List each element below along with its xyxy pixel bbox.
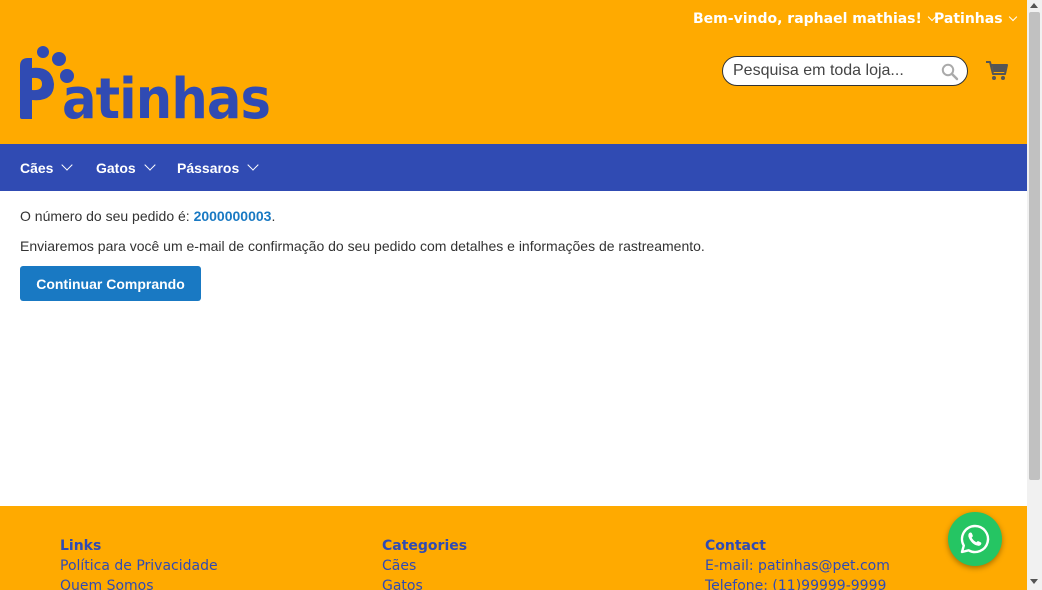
nav-item-label: Cães bbox=[20, 159, 54, 176]
footer-contact-heading: Contact bbox=[705, 538, 766, 554]
footer-categories-heading: Categories bbox=[382, 538, 468, 554]
scroll-up-arrow-icon[interactable] bbox=[1030, 3, 1038, 8]
whatsapp-icon bbox=[960, 524, 990, 554]
page: Bem-vindo, raphael mathias! Patinhas ati… bbox=[0, 0, 1027, 590]
nav-item-caes[interactable]: Cães bbox=[20, 144, 74, 191]
scrollbar-thumb[interactable] bbox=[1029, 12, 1040, 480]
footer-categories-column: Categories Cães Gatos bbox=[382, 536, 467, 590]
svg-text:atinhas: atinhas bbox=[62, 67, 270, 122]
welcome-menu[interactable]: Bem-vindo, raphael mathias! bbox=[693, 11, 937, 27]
chevron-down-icon bbox=[247, 159, 259, 171]
chevron-down-icon bbox=[61, 159, 74, 171]
order-number-link[interactable]: 2000000003 bbox=[194, 208, 272, 224]
confirmation-info: Enviaremos para você um e-mail de confir… bbox=[20, 238, 705, 254]
main-nav: Cães Gatos Pássaros bbox=[0, 144, 1027, 191]
footer-contact-email[interactable]: E-mail: patinhas@pet.com bbox=[705, 556, 890, 576]
whatsapp-button[interactable] bbox=[948, 512, 1002, 566]
footer-category-caes[interactable]: Cães bbox=[382, 556, 467, 576]
search-box bbox=[722, 56, 968, 86]
footer-contact-phone[interactable]: Telefone: (11)99999-9999 bbox=[705, 576, 890, 590]
continue-shopping-button[interactable]: Continuar Comprando bbox=[20, 266, 201, 301]
store-switcher[interactable]: Patinhas bbox=[934, 11, 1017, 27]
welcome-text: Bem-vindo, raphael mathias! bbox=[693, 11, 922, 27]
nav-item-label: Gatos bbox=[96, 159, 136, 176]
cart-icon[interactable] bbox=[985, 59, 1009, 81]
chevron-down-icon bbox=[144, 159, 156, 171]
page-scrollbar[interactable] bbox=[1027, 0, 1042, 590]
footer-links-heading: Links bbox=[60, 538, 102, 554]
checkout-success: O número do seu pedido é: 2000000003. En… bbox=[20, 207, 1010, 301]
footer-links-column: Links Política de Privacidade Quem Somos bbox=[60, 536, 218, 590]
order-number-line: O número do seu pedido é: 2000000003. bbox=[20, 207, 1010, 225]
search-input[interactable] bbox=[733, 61, 933, 81]
footer-contact-column: Contact E-mail: patinhas@pet.com Telefon… bbox=[705, 536, 890, 590]
footer-link-privacy[interactable]: Política de Privacidade bbox=[60, 556, 218, 576]
order-number-prefix: O número do seu pedido é: bbox=[20, 208, 194, 224]
order-number-suffix: . bbox=[271, 208, 276, 224]
scroll-down-arrow-icon[interactable] bbox=[1030, 579, 1038, 584]
header: Bem-vindo, raphael mathias! Patinhas ati… bbox=[0, 0, 1027, 144]
patinhas-logo[interactable]: atinhas bbox=[18, 44, 274, 122]
footer-category-gatos[interactable]: Gatos bbox=[382, 576, 467, 590]
nav-item-label: Pássaros bbox=[177, 159, 240, 176]
nav-item-passaros[interactable]: Pássaros bbox=[177, 144, 259, 191]
store-switcher-label: Patinhas bbox=[934, 11, 1003, 27]
chevron-down-icon bbox=[1008, 12, 1017, 22]
search-icon[interactable] bbox=[941, 63, 959, 81]
nav-item-gatos[interactable]: Gatos bbox=[96, 144, 156, 191]
footer-link-about[interactable]: Quem Somos bbox=[60, 576, 218, 590]
footer: Links Política de Privacidade Quem Somos… bbox=[0, 506, 1027, 590]
